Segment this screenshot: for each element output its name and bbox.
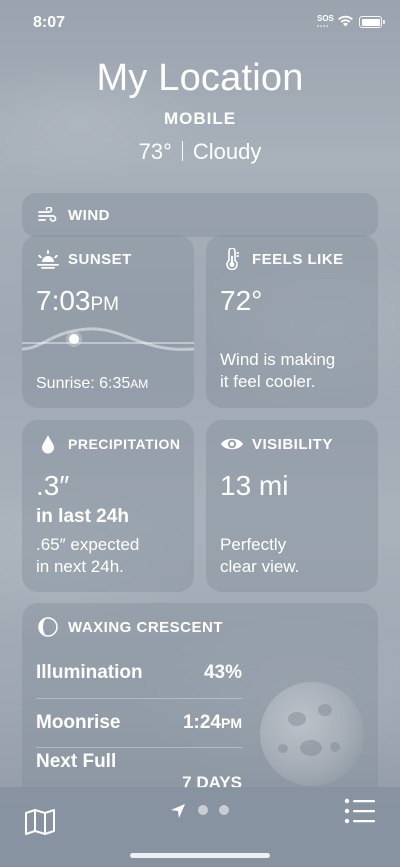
drop-icon <box>36 434 60 454</box>
card-header: WIND <box>36 205 110 225</box>
sunrise-time: Sunrise: 6:35AM <box>36 375 149 392</box>
location-title: My Location <box>96 57 304 99</box>
precipitation-period: in last 24h <box>36 506 129 527</box>
eye-icon <box>220 434 244 454</box>
row-label: Moonrise <box>36 712 121 733</box>
current-conditions: 73° Cloudy <box>0 139 400 165</box>
battery-icon <box>359 16 385 28</box>
wifi-icon <box>338 15 353 27</box>
divider <box>36 747 242 748</box>
precipitation-value: .3″ <box>36 470 70 501</box>
sunset-icon <box>36 249 60 269</box>
signal-dots: •••• <box>317 24 330 30</box>
status-bar: 8:07 SOS •••• <box>0 0 400 44</box>
current-temperature: 73° <box>138 139 172 164</box>
wind-icon <box>36 205 60 225</box>
moon-phase-icon <box>36 617 60 637</box>
list-icon[interactable] <box>344 798 376 824</box>
precipitation-forecast: .65″ expected in next 24h. <box>36 535 140 576</box>
wind-card[interactable]: WIND <box>22 193 378 237</box>
location-subtitle: MOBILE <box>163 109 237 128</box>
card-header: SUNSET <box>36 249 132 269</box>
map-icon[interactable] <box>24 808 56 836</box>
home-indicator <box>130 853 270 858</box>
page-dot[interactable] <box>198 805 208 815</box>
sunset-time: 7:03PM <box>36 285 119 316</box>
status-time: 8:07 <box>33 14 66 31</box>
moon-row-moonrise: Moonrise 1:24PM <box>36 699 242 747</box>
moon-title: WAXING CRESCENT <box>68 618 224 636</box>
precipitation-title: PRECIPITATION <box>68 436 181 452</box>
card-header: VISIBILITY <box>220 434 333 454</box>
moon-card[interactable]: WAXING CRESCENT Illumination 43% Moonris… <box>22 603 378 803</box>
sunset-card[interactable]: SUNSET 7:03PM Sunrise: 6:35AM <box>22 235 194 408</box>
sunset-title: SUNSET <box>68 250 132 268</box>
feels-like-value: 72° <box>220 285 263 316</box>
row-value: 43% <box>203 662 242 683</box>
visibility-value: 13 mi <box>220 470 289 501</box>
precipitation-card[interactable]: PRECIPITATION .3″ in last 24h .65″ expec… <box>22 420 194 592</box>
sos-indicator: SOS •••• <box>317 15 334 31</box>
page-dot[interactable] <box>219 805 229 815</box>
sun-path-graph <box>22 327 194 351</box>
divider <box>181 141 183 161</box>
wind-title: WIND <box>68 206 110 224</box>
feels-like-title: FEELS LIKE <box>252 250 344 268</box>
card-header: WAXING CRESCENT <box>36 617 223 637</box>
row-value: 1:24PM <box>182 712 242 733</box>
moon-row-illumination: Illumination 43% <box>36 649 242 697</box>
feels-like-description: Wind is making it feel cooler. <box>220 350 336 391</box>
row-label: Next Full <box>36 751 117 772</box>
card-header: FEELS LIKE <box>220 248 344 270</box>
sos-label: SOS <box>317 14 334 23</box>
thermometer-icon <box>220 248 244 270</box>
current-condition: Cloudy <box>192 139 262 164</box>
feels-like-card[interactable]: FEELS LIKE 72° Wind is making it feel coo… <box>206 235 378 408</box>
visibility-description: Perfectly clear view. <box>220 535 300 576</box>
moon-image <box>260 682 364 786</box>
row-label: Illumination <box>36 662 143 683</box>
visibility-title: VISIBILITY <box>252 435 333 453</box>
card-header: PRECIPITATION <box>36 434 181 454</box>
visibility-card[interactable]: VISIBILITY 13 mi Perfectly clear view. <box>206 420 378 592</box>
location-arrow-icon[interactable] <box>170 803 186 819</box>
